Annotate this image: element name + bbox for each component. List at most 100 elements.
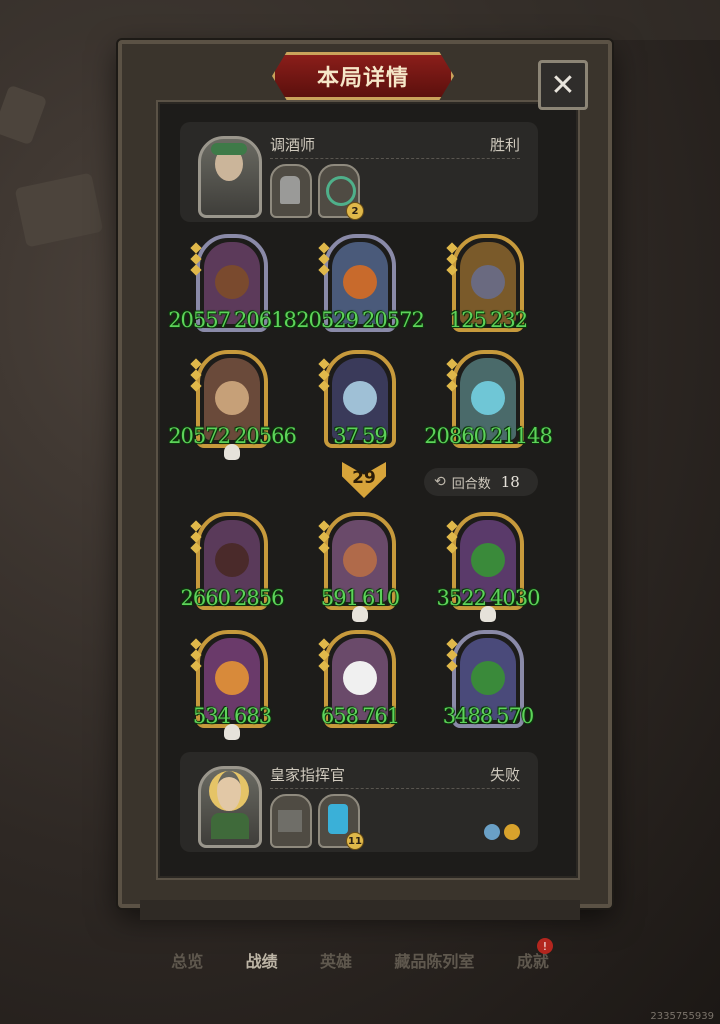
minion-attack: 20529	[296, 308, 359, 332]
divider	[270, 788, 520, 789]
minion-card[interactable]: 20572 20566	[168, 350, 297, 460]
hero-power-icon[interactable]	[270, 164, 312, 218]
tier-pip	[190, 380, 202, 392]
tier-pip	[318, 531, 330, 543]
page-title: 本局详情	[316, 66, 409, 91]
tier-pip	[446, 638, 458, 650]
minion-health: 610	[362, 586, 400, 610]
tier-pips	[318, 638, 330, 672]
tier-pip	[190, 542, 202, 554]
deathrattle-skull-icon	[224, 724, 240, 740]
tier-pip	[190, 520, 202, 532]
minion-face	[471, 264, 505, 299]
hero-portrait-bartender[interactable]	[198, 136, 262, 218]
minion-card[interactable]: 37 59	[318, 350, 396, 448]
close-button[interactable]: ✕	[538, 60, 588, 110]
minion-stats: 658 761	[298, 704, 422, 728]
tab-records[interactable]: 战绩	[246, 948, 278, 972]
minion-stats: 2660 2856	[170, 586, 294, 610]
minion-health: 20572	[362, 308, 425, 332]
tier-pip	[318, 660, 330, 672]
minion-face	[471, 380, 505, 415]
deathrattle-skull-icon	[224, 444, 240, 460]
minion-attack: 2660	[180, 586, 231, 610]
tier-pip	[190, 369, 202, 381]
minion-attack: 3522	[436, 586, 487, 610]
tier-pips	[318, 242, 330, 276]
tier-pip	[190, 531, 202, 543]
bottom-player-card: 皇家指挥官 失败 11	[180, 752, 538, 852]
trinket-icon[interactable]: 11	[318, 794, 364, 850]
minion-card[interactable]: 3488 570	[443, 630, 534, 728]
player-result: 失败	[489, 766, 520, 784]
player-result: 胜利	[489, 136, 520, 154]
minion-health: 570	[496, 704, 534, 728]
minion-health: 4030	[490, 586, 540, 610]
tab-collection[interactable]: 藏品陈列室	[394, 948, 474, 972]
tier-pips	[318, 520, 330, 554]
tier-pip	[446, 520, 458, 532]
tab-heroes[interactable]: 英雄	[320, 948, 352, 972]
minion-card[interactable]: 591 610	[318, 512, 400, 622]
coin-icon	[504, 824, 520, 840]
minion-card[interactable]: 658 761	[318, 630, 400, 728]
refresh-icon: ⟲	[434, 474, 446, 490]
hero-portrait-commander[interactable]	[198, 766, 262, 848]
minion-stats: 20529 20572	[296, 308, 425, 332]
sword-icon	[484, 824, 500, 840]
minion-card[interactable]: 20557 20618	[168, 234, 297, 332]
tier-pips	[446, 358, 458, 392]
minion-stats: 3488 570	[426, 704, 550, 728]
wood-plank	[0, 0, 720, 40]
minion-card[interactable]: 3522 4030	[437, 512, 540, 622]
tier-pip	[318, 520, 330, 532]
turns-value: 18	[500, 473, 520, 491]
title-banner: 本局详情	[272, 52, 454, 100]
tier-pips	[318, 358, 330, 392]
minion-health: 59	[362, 424, 388, 448]
minion-card[interactable]: 534 683	[190, 630, 272, 740]
minion-card[interactable]: 20860 21148	[424, 350, 553, 448]
tab-overview[interactable]: 总览	[171, 948, 203, 972]
tier-pip	[190, 638, 202, 650]
tier-pip	[446, 358, 458, 370]
minion-face	[343, 264, 377, 299]
tier-pip	[190, 253, 202, 265]
tier-pip	[446, 242, 458, 254]
player-name: 皇家指挥官	[270, 766, 346, 784]
minion-face	[471, 660, 505, 695]
tier-pip	[446, 660, 458, 672]
tier-pip	[190, 242, 202, 254]
player-name: 调酒师	[270, 136, 316, 154]
deathrattle-skull-icon	[352, 606, 368, 622]
minion-health: 232	[490, 308, 528, 332]
hero-power-icon[interactable]	[270, 794, 312, 848]
minion-health: 761	[362, 704, 400, 728]
minion-face	[215, 264, 249, 299]
minion-health: 2856	[234, 586, 284, 610]
tier-pip	[318, 649, 330, 661]
minion-attack: 125	[448, 308, 487, 332]
minion-face	[215, 542, 249, 577]
tier-pip	[318, 358, 330, 370]
tier-pips	[446, 520, 458, 554]
minion-card[interactable]: 20529 20572	[296, 234, 425, 332]
tier-pip	[318, 542, 330, 554]
deathrattle-skull-icon	[480, 606, 496, 622]
minion-health: 21148	[490, 424, 553, 448]
minion-attack: 20572	[168, 424, 231, 448]
trinket-icon[interactable]: 2	[318, 164, 364, 220]
turns-label: 回合数	[451, 476, 491, 492]
minion-stats: 37 59	[298, 424, 422, 448]
tier-pips	[190, 520, 202, 554]
minion-card[interactable]: 2660 2856	[181, 512, 284, 610]
tier-pip	[318, 264, 330, 276]
account-id: 2335755939	[650, 1011, 714, 1022]
minion-health: 20566	[234, 424, 297, 448]
minion-card[interactable]: 125 232	[446, 234, 528, 332]
minion-face	[215, 380, 249, 415]
tier-pip	[318, 638, 330, 650]
tier-pips	[190, 358, 202, 392]
tier-pips	[190, 638, 202, 672]
minion-health: 20618	[234, 308, 297, 332]
